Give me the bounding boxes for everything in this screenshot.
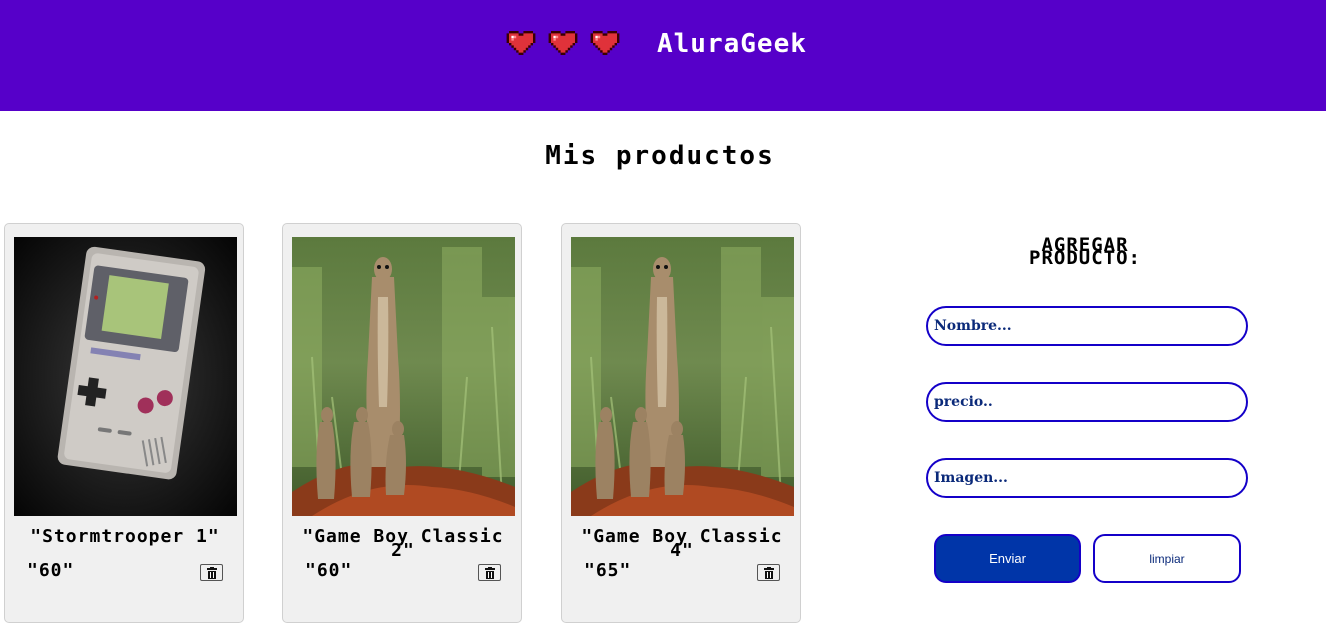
game-boy-console: [14, 237, 237, 516]
trash-icon: [207, 567, 217, 579]
brand-title[interactable]: AluraGeek: [657, 28, 807, 60]
product-price: "60": [305, 560, 353, 581]
trash-icon: [764, 567, 774, 579]
product-image: [14, 237, 237, 516]
hearts-logo: [503, 31, 623, 55]
name-input[interactable]: [926, 306, 1248, 346]
product-card: "Stormtrooper 1" "60": [4, 223, 244, 623]
product-image: [292, 237, 515, 516]
product-price: "60": [27, 560, 75, 581]
delete-button[interactable]: [478, 564, 501, 581]
pixel-heart-icon: [587, 31, 623, 55]
image-input[interactable]: [926, 458, 1248, 498]
trash-icon: [485, 567, 495, 579]
form-title: AGREGAR PRODUCTO:: [1029, 234, 1141, 269]
product-name: "Game Boy Classic 2": [302, 526, 504, 561]
product-price: "65": [584, 560, 632, 581]
site-header: AluraGeek: [0, 0, 1326, 111]
meerkats-photo: [292, 237, 515, 516]
meerkats-photo: [571, 237, 794, 516]
clear-button[interactable]: limpiar: [1093, 534, 1241, 583]
delete-button[interactable]: [757, 564, 780, 581]
product-card: "Game Boy Classic 4" "65": [561, 223, 801, 623]
product-name: "Stormtrooper 1": [30, 526, 220, 547]
pixel-heart-icon: [503, 31, 539, 55]
delete-button[interactable]: [200, 564, 223, 581]
page-title: Mis productos: [545, 141, 775, 171]
price-input[interactable]: [926, 382, 1248, 422]
product-card: "Game Boy Classic 2" "60": [282, 223, 522, 623]
product-image: [571, 237, 794, 516]
product-name: "Game Boy Classic 4": [581, 526, 783, 561]
pixel-heart-icon: [545, 31, 581, 55]
submit-button[interactable]: Enviar: [934, 534, 1081, 583]
